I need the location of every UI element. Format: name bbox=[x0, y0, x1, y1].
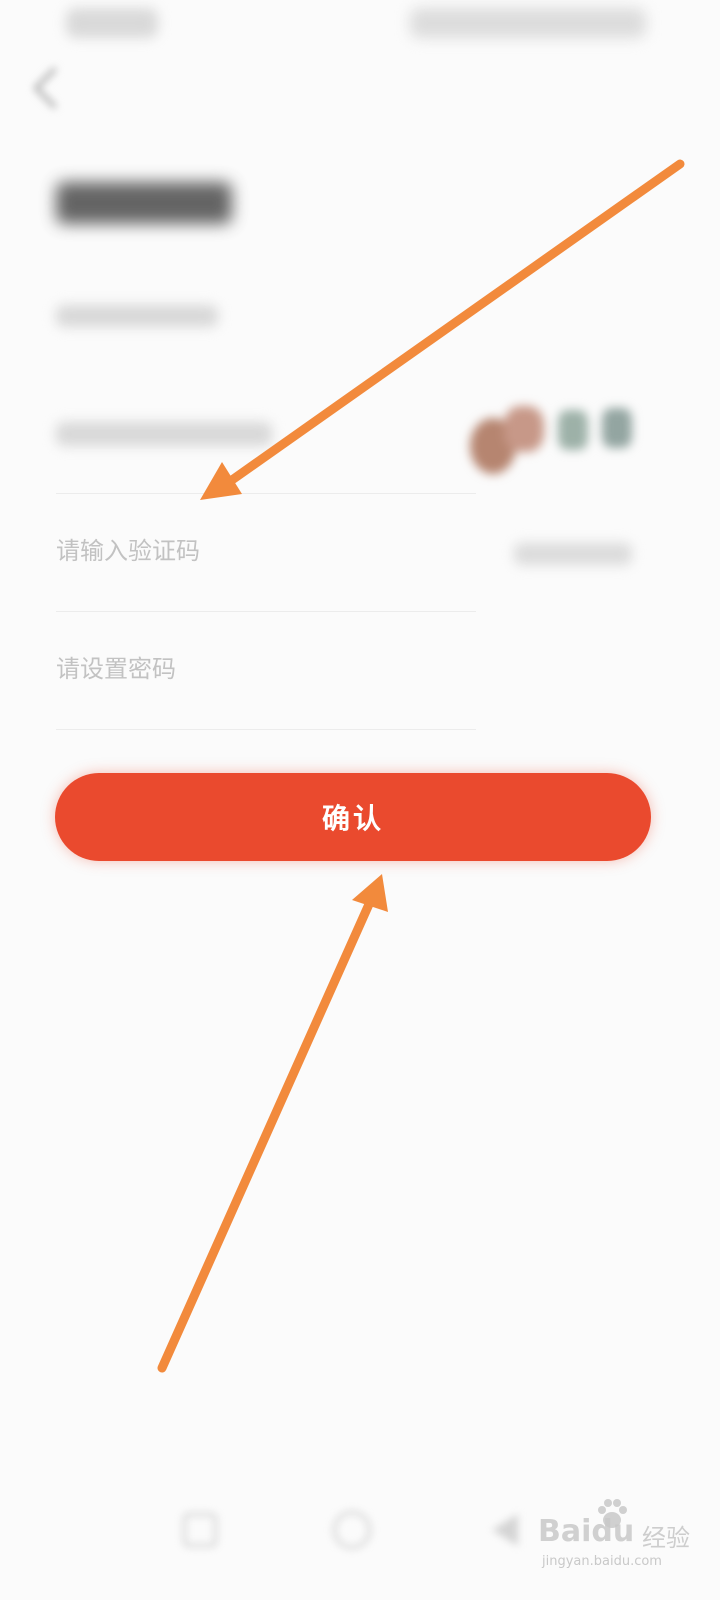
triangle-icon bbox=[492, 1514, 518, 1546]
captcha-image[interactable] bbox=[464, 396, 664, 486]
paw-icon bbox=[598, 1499, 627, 1528]
circle-icon bbox=[333, 1511, 371, 1549]
watermark-url: jingyan.baidu.com bbox=[542, 1554, 662, 1569]
new-password-input[interactable] bbox=[56, 646, 476, 692]
page-title-blurred bbox=[56, 182, 232, 224]
nav-back-button[interactable] bbox=[484, 1508, 528, 1552]
status-bar bbox=[0, 0, 720, 50]
confirm-button[interactable]: 确认 bbox=[55, 773, 651, 861]
send-code-button-blurred[interactable] bbox=[514, 543, 632, 565]
arrow-to-confirm-button bbox=[157, 874, 388, 1373]
change-password-screen: 确认 Baidu 经验 jingyan.baidu. bbox=[0, 0, 720, 1600]
chevron-left-icon bbox=[33, 67, 57, 109]
phone-field-blurred[interactable] bbox=[56, 305, 218, 327]
baidu-jingyan-watermark: Baidu 经验 jingyan.baidu.com bbox=[538, 1496, 708, 1576]
image-captcha-field-blurred[interactable] bbox=[56, 422, 272, 446]
divider bbox=[56, 493, 476, 494]
back-button[interactable] bbox=[22, 60, 70, 116]
watermark-text: 经验 bbox=[642, 1524, 690, 1552]
square-icon bbox=[183, 1513, 217, 1547]
nav-recent-apps-button[interactable] bbox=[178, 1508, 222, 1552]
status-icons-blurred bbox=[410, 8, 646, 38]
divider bbox=[56, 729, 476, 730]
verification-code-input[interactable] bbox=[56, 528, 476, 574]
divider bbox=[56, 611, 476, 612]
status-time-blurred bbox=[66, 8, 158, 38]
nav-home-button[interactable] bbox=[330, 1508, 374, 1552]
